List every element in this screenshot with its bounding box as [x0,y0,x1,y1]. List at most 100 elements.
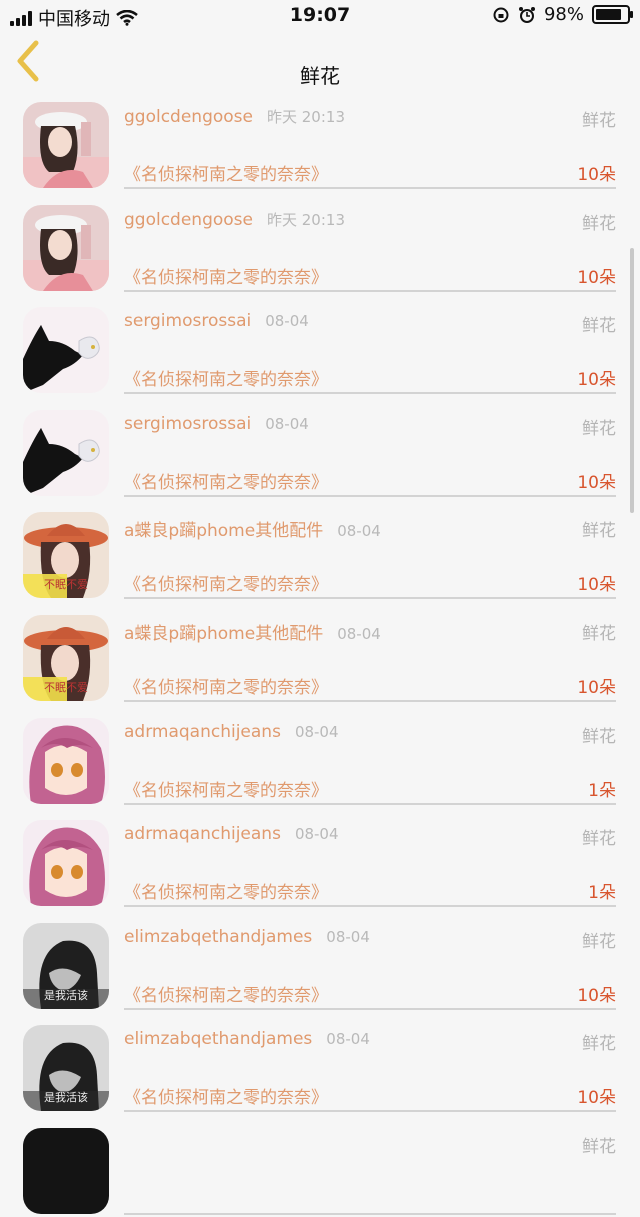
avatar-caption: 不眠不爱 [44,578,88,592]
scrollbar[interactable] [630,248,634,513]
gift-type: 鲜花 [582,316,616,337]
work-title[interactable]: 《名侦探柯南之零的奈奈》 [124,570,328,595]
timestamp: 08-04 [265,414,309,433]
battery-fill [596,9,622,20]
timestamp: 昨天 20:13 [267,108,345,126]
work-title[interactable]: 《名侦探柯南之零的奈奈》 [124,160,328,185]
avatar[interactable] [23,307,109,394]
username-text[interactable]: adrmaqanchijeans [124,722,281,742]
username[interactable]: a蝶良p躏phome其他配件 08-04 [124,516,381,541]
gift-count: 10朵 [577,165,616,185]
gift-count: 10朵 [577,267,616,288]
gift-type: 鲜花 [582,1034,616,1055]
timestamp: 08-04 [326,1030,370,1049]
divider [124,392,616,395]
gift-type: 鲜花 [582,829,616,850]
work-title[interactable]: 《名侦探柯南之零的奈奈》 [124,981,328,1006]
timestamp: 08-04 [265,312,309,331]
avatar[interactable]: 是我活该 [23,922,109,1009]
list-item[interactable]: 是我活该 elimzabqethandjames 08-04 鲜花 《名侦探柯南之… [0,1011,640,1114]
work-title[interactable]: 《名侦探柯南之零的奈奈》 [124,673,328,698]
username[interactable]: ggolcdengoose 昨天 20:13 [124,106,345,127]
list-item[interactable]: adrmaqanchijeans 08-04 鲜花 《名侦探柯南之零的奈奈》 1朵 [0,806,640,909]
avatar[interactable] [23,820,109,907]
divider [124,597,616,600]
username-text[interactable]: a蝶良p躏phome其他配件 [124,521,323,541]
username[interactable]: ggolcdengoose 昨天 20:13 [124,209,345,230]
timestamp: 08-04 [294,722,339,741]
username-text[interactable]: elimzabqethandjames [124,1029,312,1049]
avatar[interactable]: 不眠不爱 [23,512,109,599]
divider [124,802,616,805]
gift-count: 10朵 [577,370,616,391]
username[interactable]: elimzabqethandjames 08-04 [124,1029,370,1049]
username[interactable]: sergimosrossai 08-04 [124,311,309,331]
divider [124,1007,616,1010]
gift-type: 鲜花 [582,418,616,439]
username-text[interactable]: sergimosrossai [124,414,251,434]
username[interactable]: adrmaqanchijeans 08-04 [124,824,339,844]
battery-percent: 98% [543,4,584,25]
status-right: 98% [492,4,633,25]
avatar[interactable]: 不眠不爱 [23,614,109,701]
work-title[interactable]: 《名侦探柯南之零的奈奈》 [124,468,328,493]
list-item[interactable]: 不眠不爱 a蝶良p躏phome其他配件 08-04 鲜花 《名侦探柯南之零的奈奈》… [0,601,640,704]
work-title[interactable]: 《名侦探柯南之零的奈奈》 [124,263,328,288]
work-title[interactable]: 《名侦探柯南之零的奈奈》 [124,365,328,390]
alarm-icon [518,6,535,23]
divider [124,494,616,497]
work-title[interactable]: 《名侦探柯南之零的奈奈》 [124,878,328,903]
gift-count: 10朵 [577,1088,616,1109]
timestamp: 08-04 [326,927,370,946]
username[interactable] [124,1132,138,1152]
list-item[interactable]: adrmaqanchijeans 08-04 鲜花 《名侦探柯南之零的奈奈》 1朵 [0,704,640,807]
rotation-lock-icon [493,7,509,22]
work-title[interactable]: 《名侦探柯南之零的奈奈》 [124,1083,328,1108]
avatar-caption: 是我活该 [44,988,88,1002]
username[interactable]: a蝶良p躏phome其他配件 08-04 [124,619,381,644]
gift-type: 鲜花 [582,111,616,131]
timestamp: 08-04 [337,522,381,541]
username-text[interactable]: ggolcdengoose [124,107,253,127]
divider [124,699,616,702]
username[interactable]: elimzabqethandjames 08-04 [124,927,370,947]
avatar[interactable] [23,409,109,496]
username[interactable]: sergimosrossai 08-04 [124,414,309,434]
status-bar: 中国移动 19:07 98% [0,0,640,32]
avatar-caption: 是我活该 [44,1091,88,1105]
timestamp: 08-04 [294,825,339,844]
list-item[interactable]: ggolcdengoose 昨天 20:13 鲜花 《名侦探柯南之零的奈奈》 10… [0,88,640,191]
gift-type: 鲜花 [582,1136,616,1157]
avatar[interactable] [23,102,109,188]
username-text[interactable]: a蝶良p躏phome其他配件 [124,624,323,644]
list-item[interactable]: 不眠不爱 a蝶良p躏phome其他配件 08-04 鲜花 《名侦探柯南之零的奈奈》… [0,498,640,601]
list-item[interactable]: ggolcdengoose 昨天 20:13 鲜花 《名侦探柯南之零的奈奈》 10… [0,191,640,294]
gift-count: 1朵 [588,883,616,904]
avatar[interactable] [23,1127,109,1214]
divider [124,1110,616,1113]
username-text[interactable]: sergimosrossai [124,311,251,331]
avatar[interactable] [23,204,109,291]
username[interactable]: adrmaqanchijeans 08-04 [124,722,339,742]
divider [124,905,616,908]
work-title[interactable]: 《名侦探柯南之零的奈奈》 [124,776,328,801]
gift-type: 鲜花 [582,931,616,952]
avatar[interactable]: 是我活该 [23,1025,109,1112]
timestamp: 08-04 [337,624,381,643]
gift-count: 10朵 [577,575,616,596]
username-text[interactable]: adrmaqanchijeans [124,824,281,844]
username-text[interactable]: elimzabqethandjames [124,927,312,947]
list-item[interactable]: 是我活该 elimzabqethandjames 08-04 鲜花 《名侦探柯南之… [0,909,640,1012]
gift-type: 鲜花 [582,213,616,234]
list-item[interactable]: sergimosrossai 08-04 鲜花 《名侦探柯南之零的奈奈》 10朵 [0,396,640,499]
username-text[interactable]: ggolcdengoose [124,210,253,230]
page-title: 鲜花 [300,64,340,88]
list-item[interactable]: sergimosrossai 08-04 鲜花 《名侦探柯南之零的奈奈》 10朵 [0,293,640,396]
gift-count: 10朵 [577,677,616,698]
divider [124,1212,616,1215]
list-item[interactable]: 鲜花 [0,1114,640,1217]
timestamp: 昨天 20:13 [267,210,345,229]
gift-type: 鲜花 [582,623,616,644]
flower-list: ggolcdengoose 昨天 20:13 鲜花 《名侦探柯南之零的奈奈》 10… [0,88,640,1217]
avatar[interactable] [23,717,109,804]
